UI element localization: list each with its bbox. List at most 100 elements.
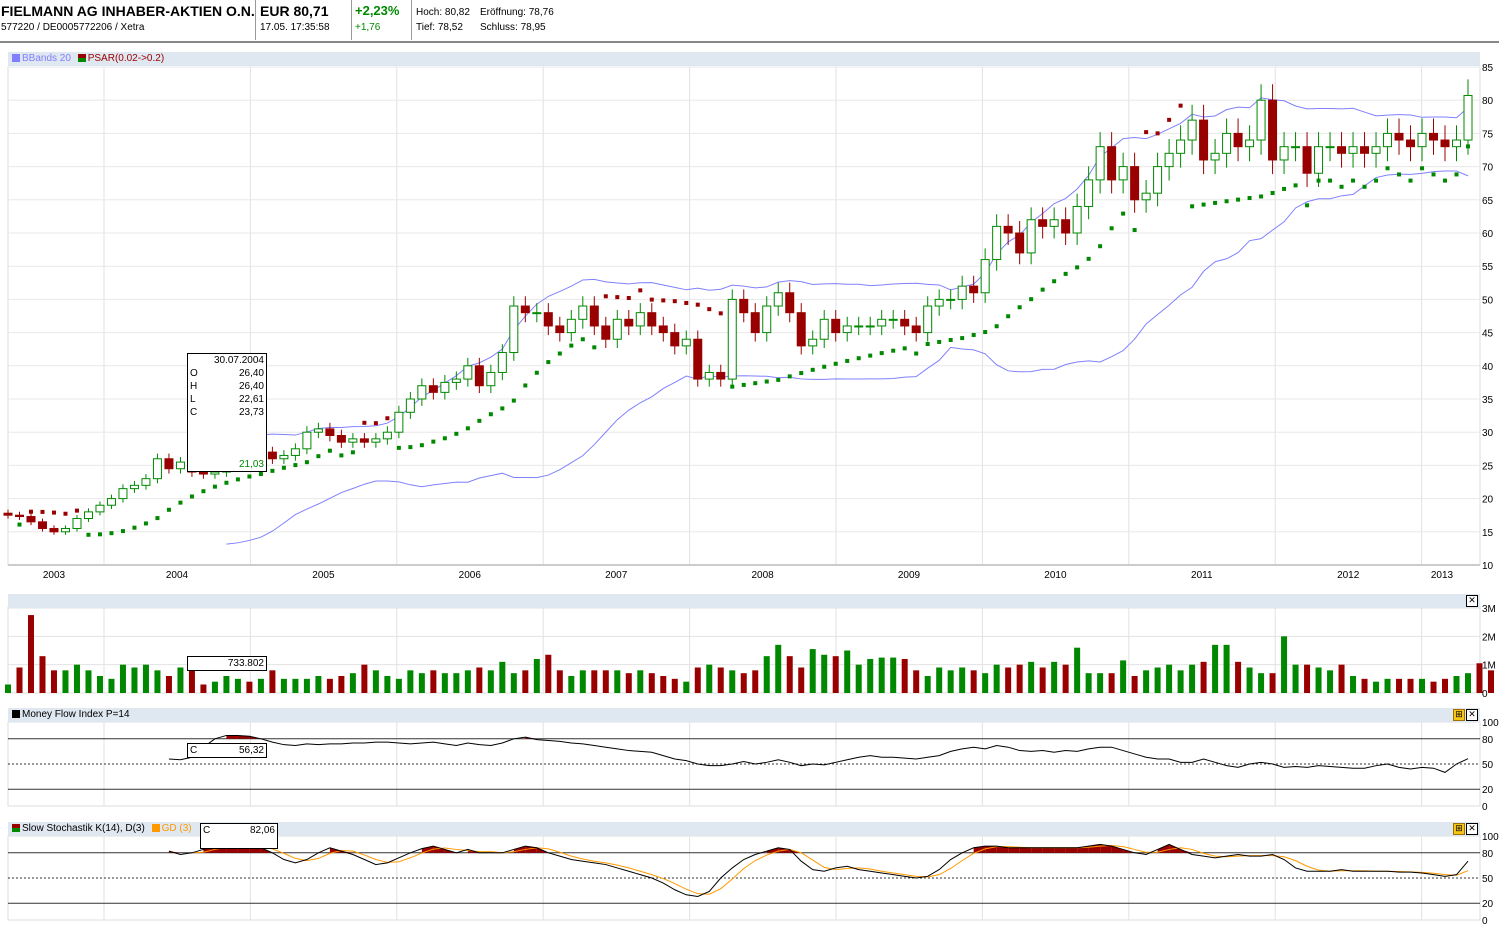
volume-bar [579,670,586,693]
volume-bar [430,670,437,693]
stoch-tooltip-value: 82,06 [249,825,275,836]
volume-bar [1269,673,1276,693]
candle-down [1061,219,1071,234]
psar-dot [971,332,976,337]
candle-down [658,325,668,334]
candle-down [693,338,703,380]
candle-up [440,381,450,393]
gd-legend[interactable]: GD (3) [162,823,192,834]
candle-down [1015,232,1025,254]
volume-bar [683,681,690,693]
volume-bar [142,664,149,693]
volume-bar [1108,673,1115,693]
volume-bar [487,670,494,693]
volume-bar [1223,644,1230,693]
volume-bar [211,681,218,693]
candle-up [1314,146,1324,174]
psar-dot [1213,200,1218,205]
psar-dot [1075,265,1080,270]
candle-up [532,312,542,315]
stoch-legend[interactable]: Slow Stochastik K(14), D(3) [22,823,145,834]
volume-bar [292,678,299,693]
bbands-legend[interactable]: BBands 20 [22,53,71,64]
psar-dot [1293,183,1298,188]
stoch-settings-button[interactable]: ⊞ [1453,823,1465,835]
mfi-tick-label: 50 [1482,760,1494,771]
candle-up [1452,139,1462,148]
close-stoch-panel-button[interactable]: ✕ [1466,823,1478,835]
psar-dot [143,521,148,526]
volume-bar [315,676,322,693]
volume-bar [729,670,736,693]
volume-bar [384,676,391,693]
volume-bar [188,670,195,693]
candle-up [1176,139,1186,154]
y-tick-label: 65 [1482,196,1494,207]
candle-up [313,428,323,433]
psar-legend[interactable]: PSAR(0.02->0.2) [88,53,164,64]
volume-bar [637,670,644,693]
candle-down [1440,139,1450,148]
candle-down [785,292,795,314]
volume-bar [177,667,184,693]
volume-bar [1212,644,1219,693]
ohlc-tooltip: 30.07.2004 O 26,40 H 26,40 L 22,61 C 23,73 21,0… [187,353,267,472]
candle-down [37,521,47,529]
volume-bar [568,676,575,693]
x-tick-label: 2013 [1431,570,1454,581]
psar-dot [1374,178,1379,183]
y-tick-label: 30 [1482,428,1494,439]
candle-up [118,488,128,500]
candle-down [716,371,726,380]
candle-down [911,325,921,334]
psar-dot [856,356,861,361]
psar-dot [1178,103,1183,108]
volume-bar [924,676,931,693]
volume-bar [27,615,34,693]
volume-bar [85,670,92,693]
candle-up [865,325,875,328]
psar-dot [212,484,217,489]
volume-bar [395,678,402,693]
candle-down [750,312,760,334]
psar-dot [603,294,608,299]
candle-up [279,454,289,460]
psar-dot [1259,194,1264,199]
close-mfi-panel-button[interactable]: ✕ [1466,709,1478,721]
candle-down [3,512,13,516]
candle-up [1049,219,1059,227]
volume-bar [1453,676,1460,693]
candle-up [612,318,622,340]
volume-bar [73,664,80,693]
candle-up [1383,132,1393,148]
candle-down [325,428,335,437]
psar-dot [1328,178,1333,183]
psar-dot [764,379,769,384]
psar-dot [488,412,493,417]
volume-bar [349,673,356,693]
volume-bar [1304,664,1311,693]
candle-down [49,527,59,533]
psar-dot [1109,226,1114,231]
candle-up [888,318,898,321]
mfi-settings-button[interactable]: ⊞ [1453,709,1465,721]
candle-up [486,371,496,387]
volume-tick-label: 1M [1482,661,1496,672]
psar-dot [1351,178,1356,183]
volume-bar [1039,667,1046,693]
candle-up [175,461,185,470]
mfi-legend[interactable]: Money Flow Index P=14 [22,709,130,720]
x-tick-label: 2010 [1044,570,1067,581]
candle-up [1325,146,1335,149]
psar-dot [258,472,263,477]
volume-bar [533,659,540,693]
psar-dot [132,525,137,530]
y-tick-label: 80 [1482,96,1494,107]
close-volume-panel-button[interactable]: ✕ [1466,595,1478,607]
psar-dot [1270,190,1275,195]
psar-dot [281,465,286,470]
candle-up [704,371,714,380]
mfi-tick-label: 100 [1482,718,1499,729]
x-tick-label: 2004 [166,570,189,581]
mfi-tooltip: C 56,32 [187,743,267,758]
